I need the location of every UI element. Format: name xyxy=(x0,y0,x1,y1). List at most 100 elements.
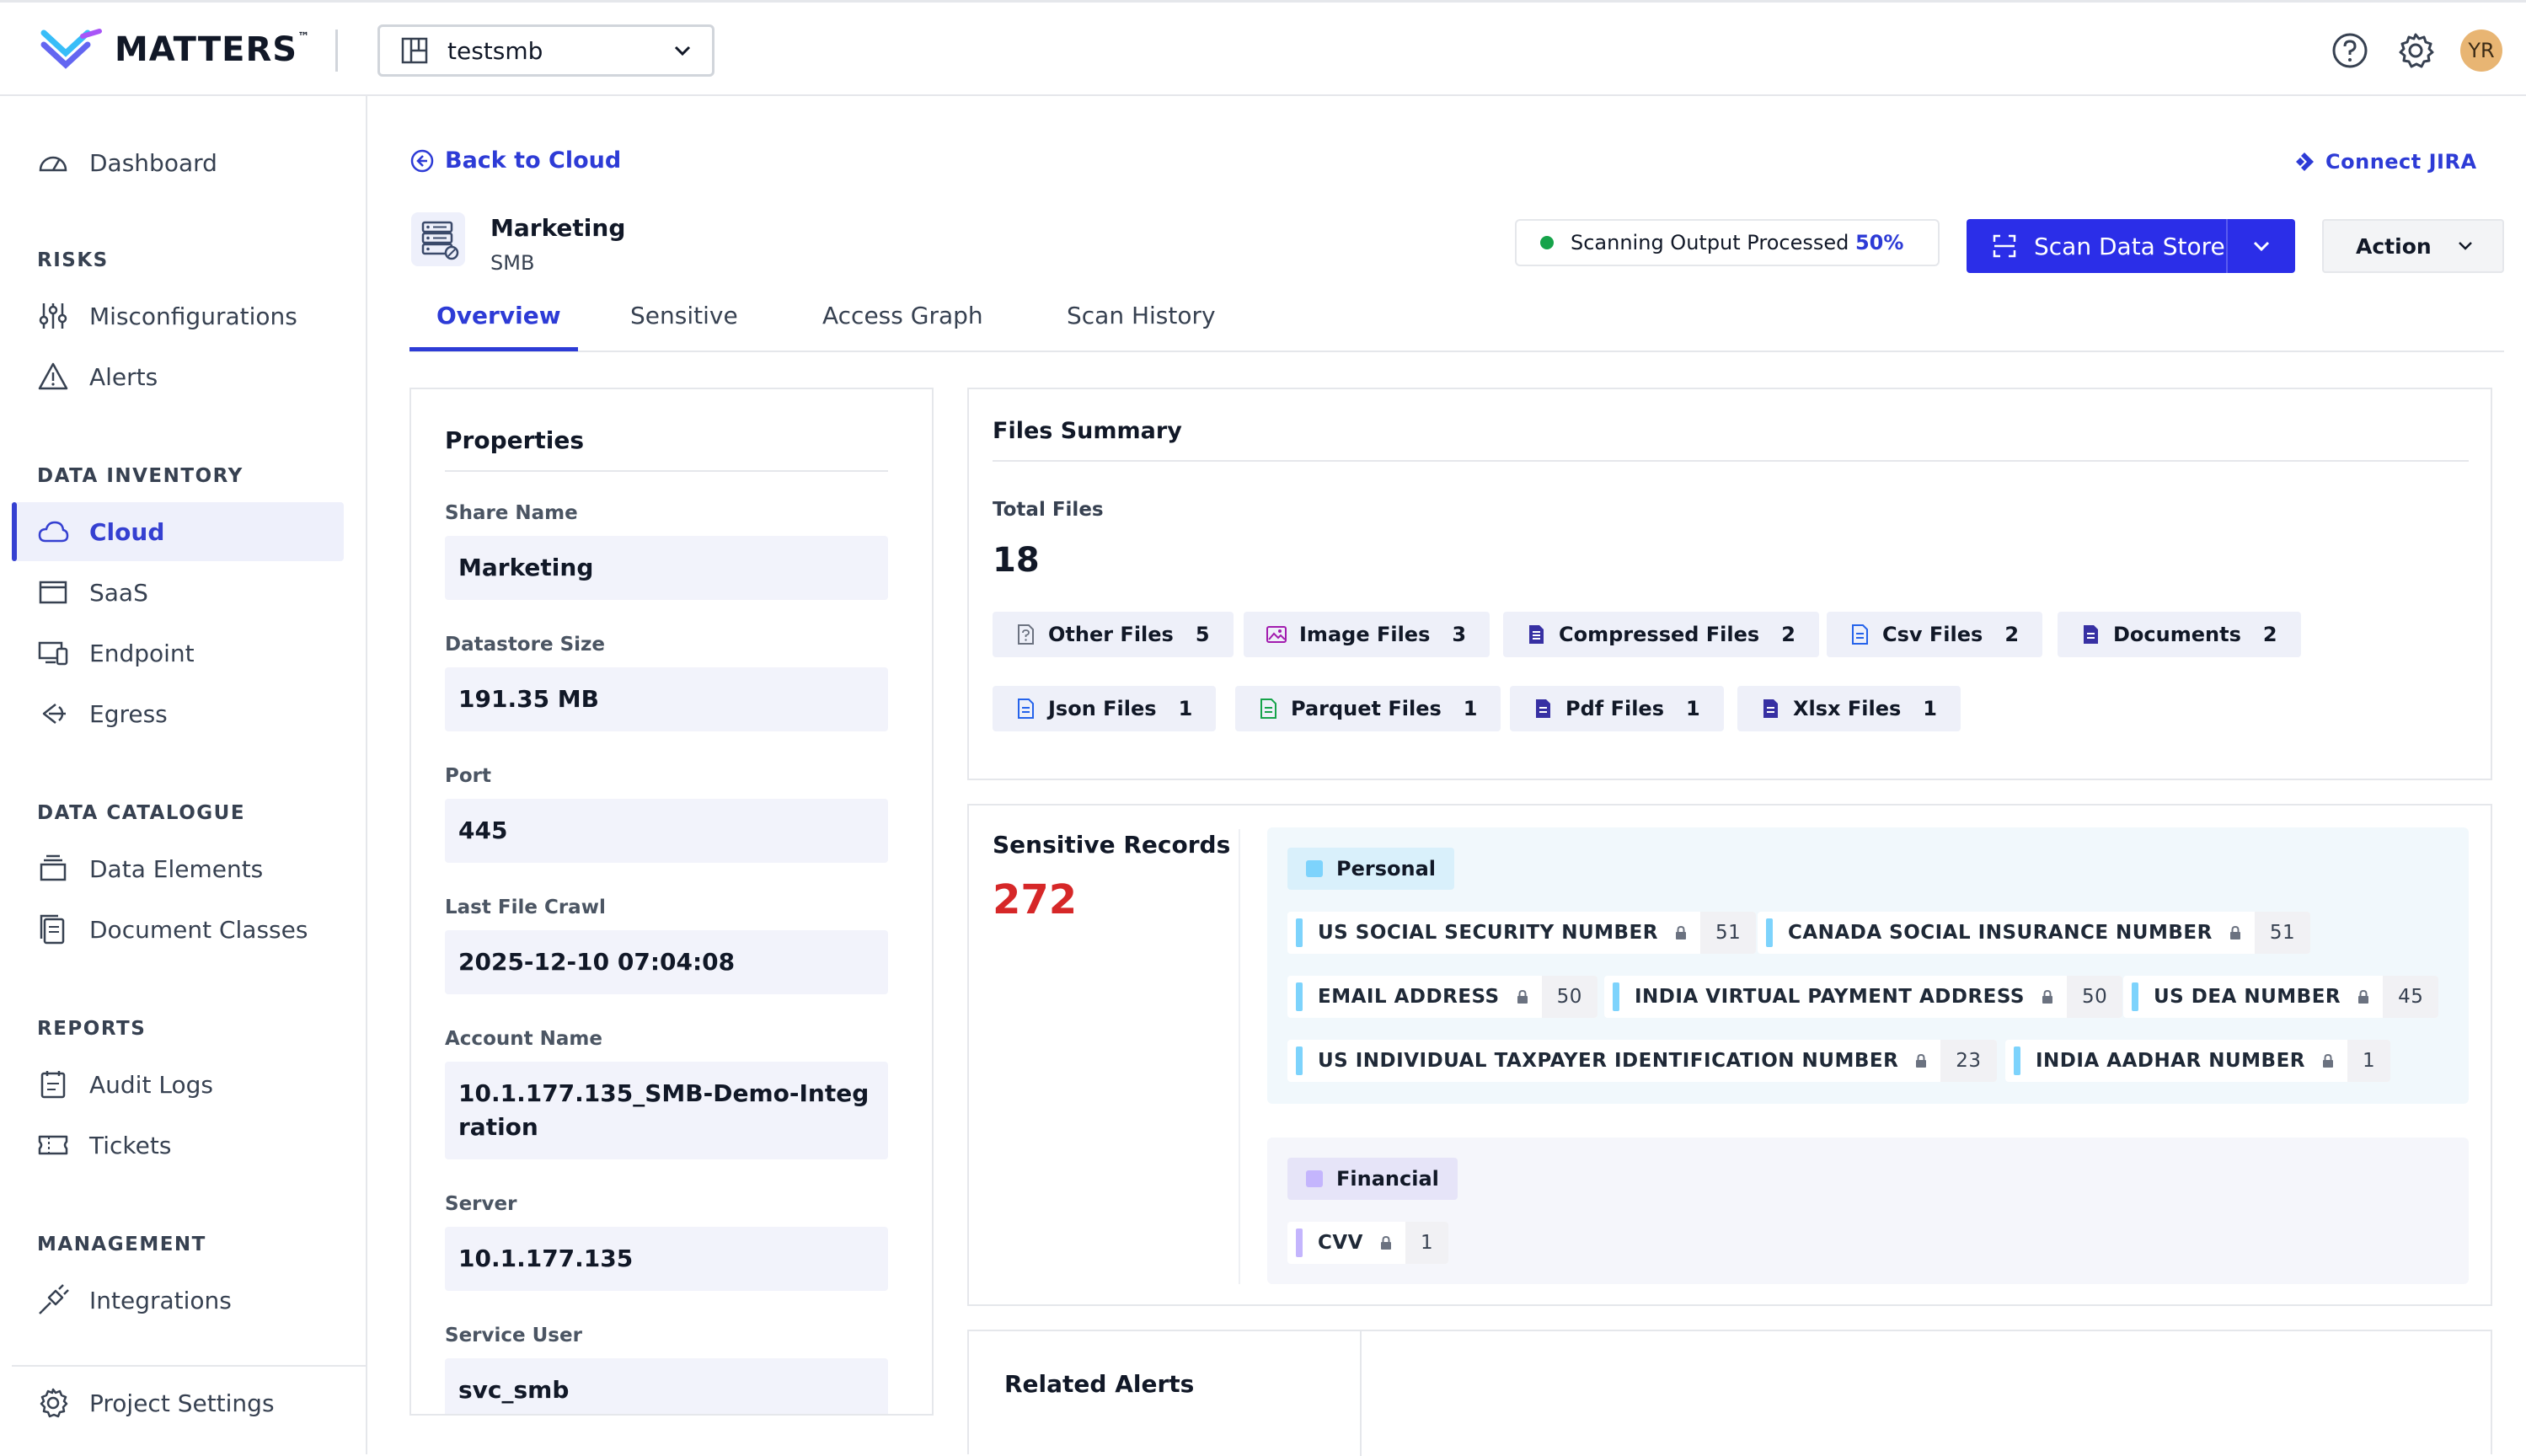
scan-status-percent: 50% xyxy=(1854,231,1904,254)
lock-icon xyxy=(1380,1236,1391,1250)
sidebar-item-label: Dashboard xyxy=(89,148,217,177)
sidebar-item-alerts[interactable]: Alerts xyxy=(12,347,344,406)
sidebar-item-document-classes[interactable]: Document Classes xyxy=(12,900,344,959)
scan-icon xyxy=(1993,234,2016,258)
cloud-icon xyxy=(38,521,69,543)
file-type-chip[interactable]: Xlsx Files 1 xyxy=(1737,686,1961,731)
warning-triangle-icon xyxy=(38,362,68,390)
header-divider xyxy=(335,29,338,72)
record-chip[interactable]: US DEA NUMBER 45 xyxy=(2123,976,2439,1018)
file-type-chip[interactable]: Compressed Files 2 xyxy=(1503,612,1819,657)
record-chip[interactable]: INDIA AADHAR NUMBER 1 xyxy=(2005,1040,2391,1082)
sensitive-records-total: 272 xyxy=(993,876,1078,923)
category-personal: Personal US SOCIAL SECURITY NUMBER 51 CA… xyxy=(1267,827,2469,1104)
sidebar-item-dashboard[interactable]: Dashboard xyxy=(12,133,344,192)
tab-scan-history[interactable]: Scan History xyxy=(1067,302,1216,329)
file-type-chip[interactable]: Other Files 5 xyxy=(993,612,1234,657)
top-bar: MATTERS™ testsmb YR xyxy=(0,0,2526,96)
related-alerts-title: Related Alerts xyxy=(1004,1370,1195,1398)
sidebar-item-label: Audit Logs xyxy=(89,1070,213,1099)
project-selector[interactable]: testsmb xyxy=(377,24,714,77)
record-chip[interactable]: US SOCIAL SECURITY NUMBER 51 xyxy=(1287,912,1757,954)
sidebar: Dashboard RISKS Misconfigurations Alerts… xyxy=(0,96,367,1454)
sidebar-item-project-settings[interactable]: Project Settings xyxy=(12,1373,344,1432)
sidebar-item-tickets[interactable]: Tickets xyxy=(12,1116,344,1175)
connect-jira-link[interactable]: Connect JIRA xyxy=(2293,150,2477,174)
archive-icon xyxy=(1529,625,1544,644)
prop-value-share-name: Marketing xyxy=(445,536,888,600)
image-icon xyxy=(1266,626,1287,643)
logo-mark-icon xyxy=(40,29,102,69)
category-swatch xyxy=(1306,1170,1323,1187)
lock-icon xyxy=(2042,990,2052,1004)
ticket-icon xyxy=(38,1135,68,1155)
sidebar-item-label: Misconfigurations xyxy=(89,302,297,330)
category-tag-personal: Personal xyxy=(1287,848,1454,890)
sliders-icon xyxy=(39,303,67,329)
related-alerts-tab[interactable]: Related Alerts xyxy=(969,1331,1362,1456)
gear-icon[interactable] xyxy=(2396,31,2435,70)
document-icon xyxy=(2084,625,2098,644)
file-type-chip[interactable]: Parquet Files 1 xyxy=(1235,686,1501,731)
lock-icon xyxy=(2229,926,2240,939)
category-financial: Financial CVV 1 xyxy=(1267,1138,2469,1284)
record-chip[interactable]: EMAIL ADDRESS 50 xyxy=(1287,976,1597,1018)
avatar[interactable]: YR xyxy=(2460,29,2502,72)
file-type-chip[interactable]: Csv Files 2 xyxy=(1827,612,2043,657)
action-button[interactable]: Action xyxy=(2322,219,2504,273)
sidebar-item-label: Document Classes xyxy=(89,915,308,944)
sensitive-records-title: Sensitive Records xyxy=(993,831,1231,859)
scan-data-store-split-button: Scan Data Store xyxy=(1967,219,2295,273)
datastore-icon xyxy=(411,212,465,266)
lock-icon xyxy=(2323,1054,2333,1068)
sidebar-item-label: Cloud xyxy=(89,517,165,546)
help-icon[interactable] xyxy=(2331,31,2369,70)
scan-options-dropdown[interactable] xyxy=(2228,240,2295,252)
sidebar-divider xyxy=(12,1365,366,1367)
sidebar-item-saas[interactable]: SaaS xyxy=(12,563,344,622)
record-chip[interactable]: CANADA SOCIAL INSURANCE NUMBER 51 xyxy=(1758,912,2311,954)
section-management: MANAGEMENT xyxy=(37,1234,206,1255)
plug-icon xyxy=(39,1284,69,1314)
back-to-cloud-link[interactable]: Back to Cloud xyxy=(409,147,621,174)
total-files-value: 18 xyxy=(993,541,1040,580)
sidebar-item-egress[interactable]: Egress xyxy=(12,684,344,743)
tab-sensitive[interactable]: Sensitive xyxy=(630,302,738,329)
sidebar-item-audit-logs[interactable]: Audit Logs xyxy=(12,1055,344,1114)
sidebar-item-label: Integrations xyxy=(89,1286,232,1314)
sidebar-item-label: Alerts xyxy=(89,362,158,391)
json-file-icon xyxy=(1018,699,1034,719)
record-chip[interactable]: CVV 1 xyxy=(1287,1222,1449,1264)
file-type-chip[interactable]: Json Files 1 xyxy=(993,686,1217,731)
tab-access-graph[interactable]: Access Graph xyxy=(822,302,983,329)
jira-icon xyxy=(2296,153,2314,171)
prop-label-server: Server xyxy=(445,1193,517,1215)
sidebar-item-endpoint[interactable]: Endpoint xyxy=(12,624,344,682)
scan-data-store-button[interactable]: Scan Data Store xyxy=(1967,219,2228,273)
action-label: Action xyxy=(2356,233,2432,259)
properties-title: Properties xyxy=(445,426,585,454)
sidebar-item-misconfigurations[interactable]: Misconfigurations xyxy=(12,286,344,345)
csv-file-icon xyxy=(1852,624,1868,645)
file-type-chip[interactable]: Pdf Files 1 xyxy=(1510,686,1724,731)
prop-value-account-name: 10.1.177.135_SMB-Demo-Integration xyxy=(445,1062,888,1159)
record-chip[interactable]: US INDIVIDUAL TAXPAYER IDENTIFICATION NU… xyxy=(1287,1040,1997,1082)
sidebar-item-integrations[interactable]: Integrations xyxy=(12,1271,344,1330)
back-label: Back to Cloud xyxy=(445,147,622,174)
prop-label-datastore-size: Datastore Size xyxy=(445,634,605,656)
sidebar-item-cloud[interactable]: Cloud xyxy=(12,502,344,561)
sidebar-item-data-elements[interactable]: Data Elements xyxy=(12,839,344,898)
tab-overview[interactable]: Overview xyxy=(436,302,561,329)
category-swatch xyxy=(1306,860,1323,877)
sidebar-item-label: Endpoint xyxy=(89,639,195,667)
tab-bar: Overview Sensitive Access Graph Scan His… xyxy=(409,286,2504,352)
properties-divider xyxy=(445,470,888,472)
stack-icon xyxy=(40,854,67,881)
connect-label: Connect JIRA xyxy=(2325,150,2477,174)
file-type-chip[interactable]: Image Files 3 xyxy=(1244,612,1490,657)
logo[interactable]: MATTERS™ xyxy=(40,28,310,72)
prop-label-service-user: Service User xyxy=(445,1325,582,1346)
sidebar-item-label: SaaS xyxy=(89,578,148,607)
record-chip[interactable]: INDIA VIRTUAL PAYMENT ADDRESS 50 xyxy=(1604,976,2123,1018)
file-type-chip[interactable]: Documents 2 xyxy=(2058,612,2301,657)
